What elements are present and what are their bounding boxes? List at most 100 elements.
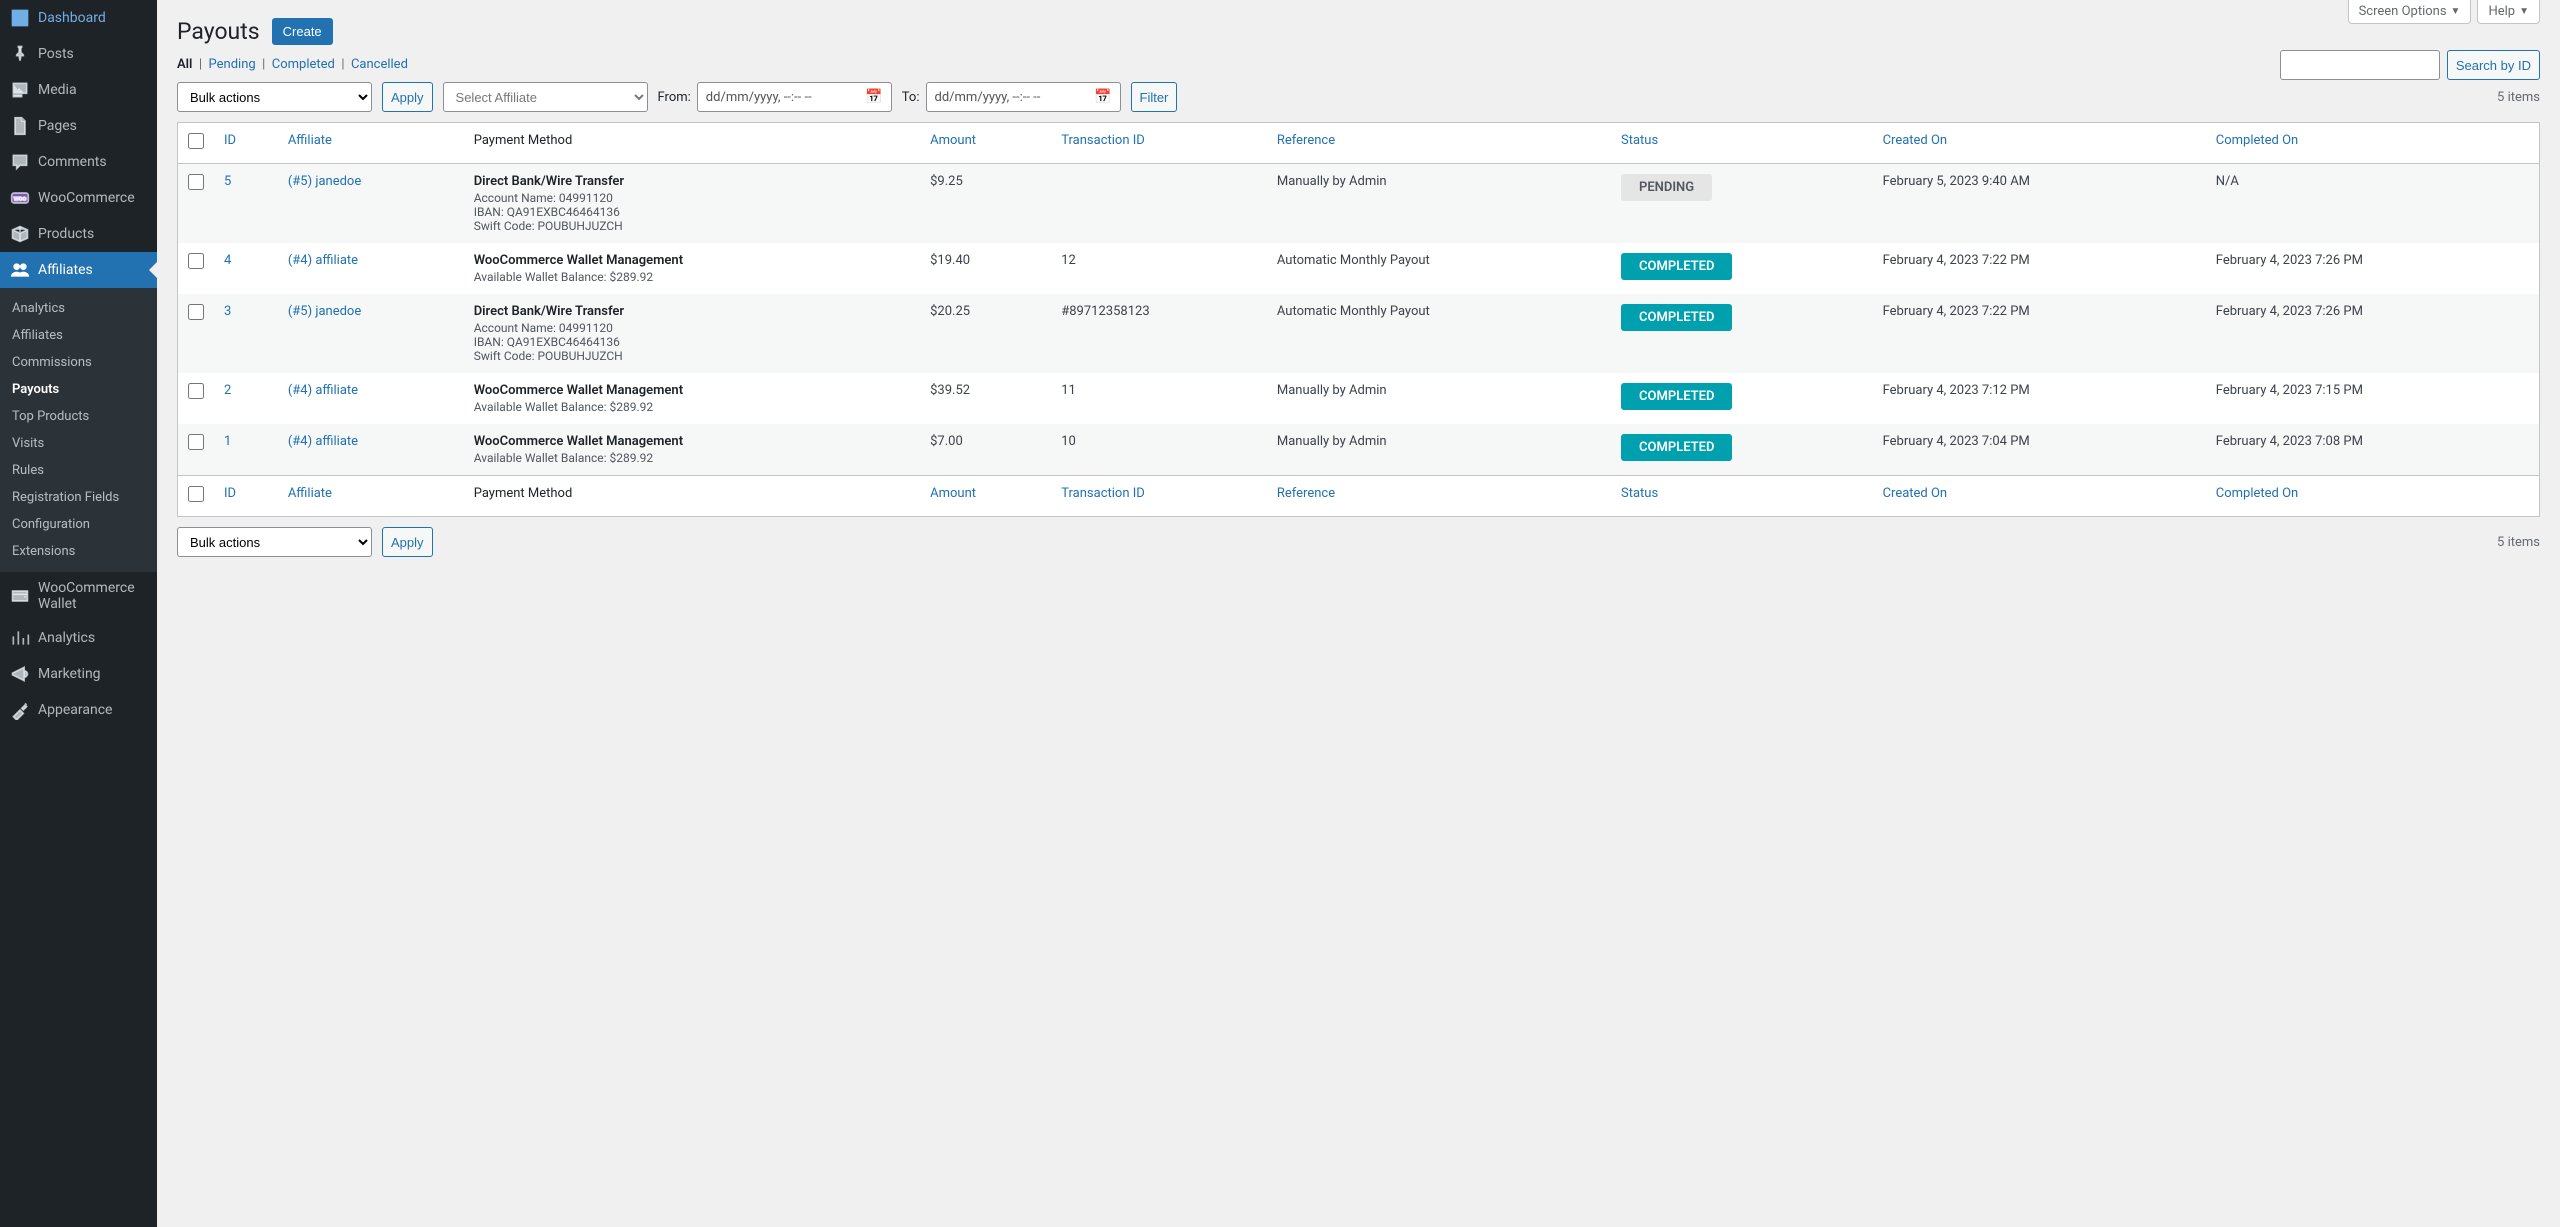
col-id[interactable]: ID	[214, 123, 278, 164]
row-affiliate-link[interactable]: (#5) janedoe	[288, 174, 361, 189]
row-id-link[interactable]: 3	[224, 304, 231, 319]
row-amount: $9.25	[920, 164, 1051, 244]
col-reference[interactable]: Reference	[1267, 476, 1611, 517]
sidebar-item-appearance[interactable]: Appearance	[0, 692, 157, 728]
sidebar-item-posts[interactable]: Posts	[0, 36, 157, 72]
col-payment-method: Payment Method	[464, 476, 920, 517]
sidebar-item-pages[interactable]: Pages	[0, 108, 157, 144]
col-transaction-id[interactable]: Transaction ID	[1051, 476, 1267, 517]
row-affiliate-link[interactable]: (#5) janedoe	[288, 304, 361, 319]
sidebar-item-analytics[interactable]: Analytics	[0, 620, 157, 656]
row-checkbox[interactable]	[188, 304, 204, 320]
view-all[interactable]: All	[177, 57, 192, 72]
affiliate-select[interactable]: Select Affiliate	[443, 82, 648, 112]
row-completed: February 4, 2023 7:26 PM	[2206, 243, 2540, 294]
col-created-on[interactable]: Created On	[1873, 476, 2206, 517]
sidebar-item-marketing[interactable]: Marketing	[0, 656, 157, 692]
row-affiliate-link[interactable]: (#4) affiliate	[288, 383, 358, 398]
view-cancelled[interactable]: Cancelled	[351, 57, 408, 72]
row-checkbox[interactable]	[188, 253, 204, 269]
pm-detail: Available Wallet Balance: $289.92	[474, 451, 910, 465]
sidebar-item-woocommerce-wallet[interactable]: WooCommerce Wallet	[0, 572, 157, 620]
search-button[interactable]: Search by ID	[2447, 50, 2540, 80]
filter-button[interactable]: Filter	[1131, 82, 1178, 112]
row-completed: February 4, 2023 7:08 PM	[2206, 424, 2540, 476]
chevron-down-icon: ▼	[2519, 6, 2529, 17]
row-checkbox[interactable]	[188, 383, 204, 399]
help-tab[interactable]: Help ▼	[2477, 0, 2540, 24]
sidebar-item-label: Marketing	[38, 666, 101, 682]
create-button[interactable]: Create	[272, 18, 333, 45]
search-box: Search by ID	[2280, 50, 2540, 80]
pm-detail: Account Name: 04991120	[474, 321, 910, 335]
sidebar-item-products[interactable]: Products	[0, 216, 157, 252]
submenu-item-payouts[interactable]: Payouts	[0, 376, 157, 403]
col-id[interactable]: ID	[214, 476, 278, 517]
table-row: 2 (#4) affiliate WooCommerce Wallet Manag…	[178, 373, 2540, 424]
row-affiliate-link[interactable]: (#4) affiliate	[288, 253, 358, 268]
pm-detail: IBAN: QA91EXBC46464136	[474, 205, 910, 219]
sidebar-item-media[interactable]: Media	[0, 72, 157, 108]
from-date-input[interactable]: dd/mm/yyyy, --:-- -- 📅	[697, 82, 892, 112]
submenu-item-configuration[interactable]: Configuration	[0, 511, 157, 538]
screen-options-tab[interactable]: Screen Options ▼	[2348, 0, 2472, 24]
status-views: All | Pending | Completed | Cancelled	[177, 57, 2540, 72]
col-affiliate[interactable]: Affiliate	[278, 476, 464, 517]
row-id-link[interactable]: 5	[224, 174, 231, 189]
sidebar-item-affiliates[interactable]: Affiliates	[0, 252, 157, 288]
row-id-link[interactable]: 4	[224, 253, 231, 268]
submenu-item-extensions[interactable]: Extensions	[0, 538, 157, 565]
col-amount[interactable]: Amount	[920, 123, 1051, 164]
comment-icon	[10, 152, 30, 172]
pm-title: WooCommerce Wallet Management	[474, 383, 910, 398]
view-pending[interactable]: Pending	[209, 57, 256, 72]
select-all-checkbox[interactable]	[188, 133, 204, 149]
table-row: 1(#4) affiliate WooCommerce Wallet Manag…	[178, 424, 2540, 476]
bulk-actions-select[interactable]: Bulk actions	[177, 82, 372, 112]
row-checkbox[interactable]	[188, 174, 204, 190]
pm-detail: Account Name: 04991120	[474, 191, 910, 205]
to-date-input[interactable]: dd/mm/yyyy, --:-- -- 📅	[926, 82, 1121, 112]
row-checkbox[interactable]	[188, 434, 204, 450]
col-completed-on[interactable]: Completed On	[2206, 476, 2540, 517]
submenu-item-commissions[interactable]: Commissions	[0, 349, 157, 376]
sidebar-item-comments[interactable]: Comments	[0, 144, 157, 180]
pm-detail: Swift Code: POUBUHJUZCH	[474, 349, 910, 363]
wallet-icon	[10, 586, 30, 606]
analytics-icon	[10, 628, 30, 648]
submenu-item-rules[interactable]: Rules	[0, 457, 157, 484]
row-affiliate-link[interactable]: (#4) affiliate	[288, 434, 358, 449]
search-input[interactable]	[2280, 50, 2440, 80]
row-completed: February 4, 2023 7:26 PM	[2206, 294, 2540, 373]
submenu-item-top-products[interactable]: Top Products	[0, 403, 157, 430]
pin-icon	[10, 44, 30, 64]
bulk-actions-select-bottom[interactable]: Bulk actions	[177, 527, 372, 557]
row-created: February 4, 2023 7:12 PM	[1873, 373, 2206, 424]
row-amount: $19.40	[920, 243, 1051, 294]
col-completed-on[interactable]: Completed On	[2206, 123, 2540, 164]
col-created-on[interactable]: Created On	[1873, 123, 2206, 164]
apply-button-bottom[interactable]: Apply	[382, 527, 433, 557]
submenu-item-analytics[interactable]: Analytics	[0, 295, 157, 322]
submenu-item-affiliates[interactable]: Affiliates	[0, 322, 157, 349]
row-id-link[interactable]: 1	[224, 434, 231, 449]
col-affiliate[interactable]: Affiliate	[278, 123, 464, 164]
row-id-link[interactable]: 2	[224, 383, 231, 398]
col-transaction-id[interactable]: Transaction ID	[1051, 123, 1267, 164]
items-count-bottom: 5 items	[2497, 535, 2540, 550]
submenu-item-visits[interactable]: Visits	[0, 430, 157, 457]
view-completed[interactable]: Completed	[272, 57, 335, 72]
col-reference[interactable]: Reference	[1267, 123, 1611, 164]
main-content: Screen Options ▼ Help ▼ Payouts Create S…	[157, 0, 2560, 1227]
col-amount[interactable]: Amount	[920, 476, 1051, 517]
svg-text:woo: woo	[14, 195, 27, 203]
submenu-item-registration-fields[interactable]: Registration Fields	[0, 484, 157, 511]
col-status[interactable]: Status	[1611, 476, 1873, 517]
col-status[interactable]: Status	[1611, 123, 1873, 164]
select-all-checkbox-footer[interactable]	[188, 486, 204, 502]
apply-button[interactable]: Apply	[382, 82, 433, 112]
from-label: From:	[658, 90, 691, 105]
sidebar-item-woocommerce[interactable]: wooWooCommerce	[0, 180, 157, 216]
sidebar-item-dashboard[interactable]: Dashboard	[0, 0, 157, 36]
table-row: 5(#5) janedoe Direct Bank/Wire TransferA…	[178, 164, 2540, 244]
